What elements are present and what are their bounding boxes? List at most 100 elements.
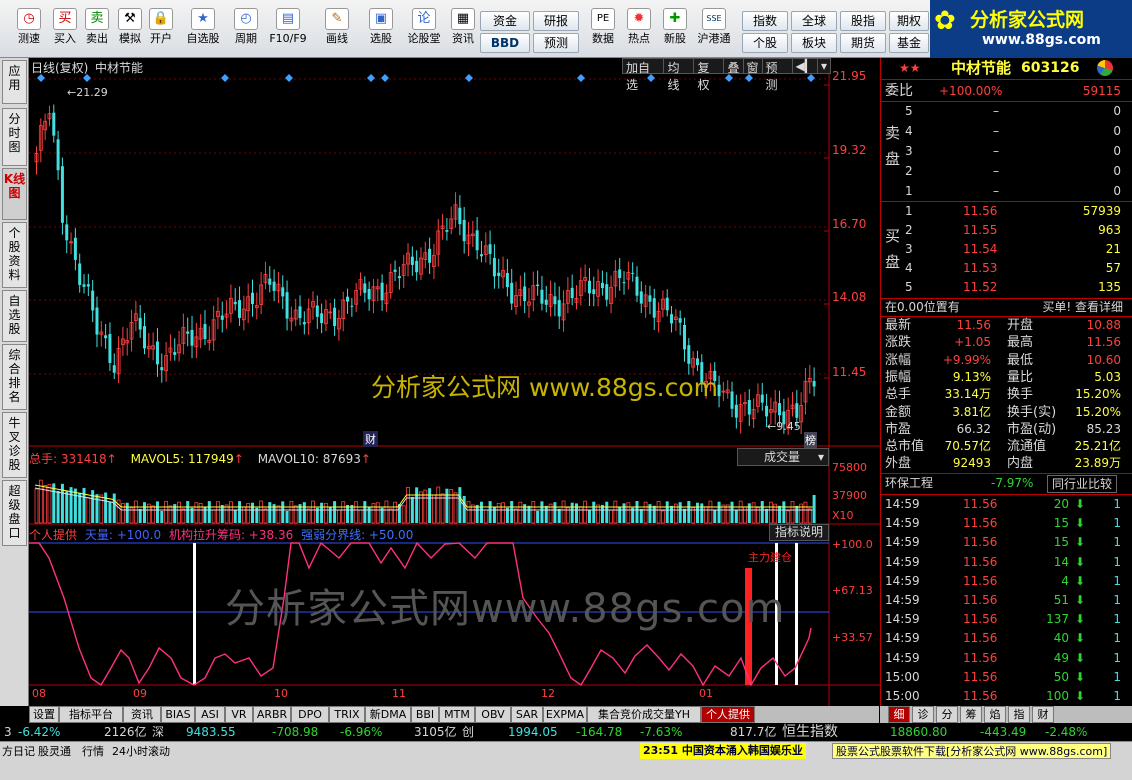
volume-bar bbox=[125, 502, 129, 523]
hotspot-button[interactable]: ✹ 热点 bbox=[622, 2, 656, 56]
ad-banner[interactable]: 股票公式股票软件下载[分析家公式网 www.88gs.com] bbox=[832, 743, 1112, 759]
tab-stock-info[interactable]: 个股资料 bbox=[2, 222, 27, 288]
quick-global-button[interactable]: 全球 bbox=[791, 11, 837, 31]
news-button[interactable]: ▦ 资讯 bbox=[446, 2, 480, 56]
indicator-tab[interactable]: DPO bbox=[291, 706, 329, 723]
draw-line-button[interactable]: ✎ 画线 bbox=[320, 2, 354, 56]
speedtest-button[interactable]: ◷ 测速 bbox=[12, 2, 46, 56]
quick-futures-button[interactable]: 期货 bbox=[840, 33, 886, 53]
quick-fund-button[interactable]: 资金 bbox=[480, 11, 530, 31]
quick-sector-button[interactable]: 板块 bbox=[791, 33, 837, 53]
f10-button[interactable]: ▤ F10/F9 bbox=[268, 2, 308, 56]
indicator-tab[interactable]: TRIX bbox=[329, 706, 365, 723]
event-diamond-icon bbox=[285, 74, 293, 82]
quick-stock-index-button[interactable]: 股指 bbox=[840, 11, 886, 31]
period-button[interactable]: ◴ 周期 bbox=[228, 2, 264, 56]
right-panel-tab[interactable]: 诊 bbox=[912, 706, 934, 723]
data-button[interactable]: PE 数据 bbox=[586, 2, 620, 56]
indicator-tab[interactable]: 指标平台 bbox=[59, 706, 123, 723]
volume-bar bbox=[350, 504, 354, 523]
collapse-icon[interactable]: ◀▎ bbox=[793, 59, 818, 73]
indicator-tab[interactable]: MTM bbox=[439, 706, 475, 723]
tab-diagnosis[interactable]: 牛叉诊股 bbox=[2, 412, 27, 478]
tab-intraday[interactable]: 分时图 bbox=[2, 108, 27, 166]
forecast-button[interactable]: 预测 bbox=[763, 59, 793, 92]
adjust-button[interactable]: 复权 bbox=[694, 59, 725, 92]
candle-body bbox=[190, 329, 194, 346]
forum-button[interactable]: 论论股堂 bbox=[404, 2, 444, 56]
logo-title: 分析家公式网 bbox=[970, 9, 1085, 31]
tab-order-book[interactable]: 超级盘口 bbox=[2, 480, 27, 546]
quick-option-button[interactable]: 期权 bbox=[889, 11, 929, 31]
finance-badge[interactable]: 财 bbox=[363, 431, 378, 447]
diary-link[interactable]: 方日记 bbox=[2, 742, 35, 761]
quick-index-button[interactable]: 指数 bbox=[742, 11, 788, 31]
overlay-button[interactable]: 叠 bbox=[724, 59, 744, 75]
open-account-button[interactable]: 🔒 开户 bbox=[144, 2, 178, 56]
candle-body bbox=[155, 341, 159, 365]
indicator-tab[interactable]: VR bbox=[225, 706, 253, 723]
volume-bar bbox=[466, 501, 471, 524]
watchlist-button[interactable]: ★ 自选股 bbox=[183, 2, 223, 56]
guling-link[interactable]: 股灵通 bbox=[38, 742, 71, 761]
market-link[interactable]: 行情 bbox=[82, 742, 104, 761]
buy-button[interactable]: 买买入 bbox=[48, 2, 82, 56]
price-label: 14.08 bbox=[832, 290, 867, 304]
cell: – bbox=[993, 124, 999, 138]
tab-watchlist[interactable]: 自选股 bbox=[2, 290, 27, 342]
volume-bar bbox=[553, 502, 557, 523]
tab-ranking[interactable]: 综合排名 bbox=[2, 344, 27, 410]
quick-bbd-button[interactable]: BBD bbox=[480, 33, 530, 53]
cell: 0 bbox=[1113, 104, 1121, 118]
volume-bar bbox=[186, 501, 190, 523]
indicator-tab[interactable]: BIAS bbox=[161, 706, 195, 723]
indicator-tab[interactable]: BBI bbox=[411, 706, 439, 723]
volume-bar bbox=[401, 505, 406, 524]
indicator-tab[interactable]: 集合竞价成交量YH bbox=[587, 706, 701, 723]
indicator-tab[interactable]: EXPMA bbox=[543, 706, 587, 723]
chevron-down-icon[interactable]: ▾ bbox=[818, 59, 830, 73]
volume-select[interactable]: 成交量 ▾ bbox=[737, 448, 829, 466]
indicator-tab[interactable]: 新DMA bbox=[365, 706, 411, 723]
quick-fund2-button[interactable]: 基金 bbox=[889, 33, 929, 53]
add-watch-button[interactable]: 加自选 bbox=[623, 59, 665, 92]
watermark-top: 分析家公式网 www.88gs.com bbox=[371, 373, 718, 402]
quick-research-button[interactable]: 研报 bbox=[533, 11, 579, 31]
indicator-tab[interactable]: 资讯 bbox=[123, 706, 161, 723]
right-panel-tab[interactable]: 分 bbox=[936, 706, 958, 723]
tab-kline[interactable]: K线图 bbox=[2, 168, 27, 220]
indicator-tab[interactable]: 设置 bbox=[29, 706, 59, 723]
right-panel-tab[interactable]: 细 bbox=[888, 706, 910, 723]
quick-forecast-button[interactable]: 预测 bbox=[533, 33, 579, 53]
indicator-tab[interactable]: OBV bbox=[475, 706, 511, 723]
ma-button[interactable]: 均线 bbox=[664, 59, 695, 92]
news-ticker[interactable]: 23:51 中国资本涌入韩国娱乐业 bbox=[640, 743, 806, 759]
right-panel-tab[interactable]: 筹 bbox=[960, 706, 982, 723]
sell-button[interactable]: 卖卖出 bbox=[80, 2, 114, 56]
news-24h-link[interactable]: 24小时滚动 bbox=[112, 742, 170, 761]
indicator-tab[interactable]: ASI bbox=[195, 706, 225, 723]
indicator-help-button[interactable]: 指标说明 bbox=[769, 524, 829, 541]
window-button[interactable]: 窗 bbox=[744, 59, 763, 75]
right-panel-tab[interactable]: 焰 bbox=[984, 706, 1006, 723]
right-panel-tab[interactable]: 财 bbox=[1032, 706, 1054, 723]
ipo-button[interactable]: ✚ 新股 bbox=[658, 2, 692, 56]
quick-stock-button[interactable]: 个股 bbox=[742, 33, 788, 53]
pie-icon[interactable] bbox=[1097, 60, 1113, 76]
tab-apps[interactable]: 应用 bbox=[2, 60, 27, 104]
compare-button[interactable]: 同行业比较 bbox=[1047, 475, 1118, 493]
indicator-tab[interactable]: ARBR bbox=[253, 706, 291, 723]
stock-picker-button[interactable]: ▣ 选股 bbox=[364, 2, 398, 56]
tick-row: 14:59 11.56 51 ⬇ 1 bbox=[881, 591, 1132, 610]
right-panel-tab[interactable]: 指 bbox=[1008, 706, 1030, 723]
kline-chart-area[interactable]: 日线(复权) 中材节能 加自选 均线 复权 叠 窗 预测 ◀▎ ▾ 21.95 … bbox=[29, 58, 881, 706]
cell: 14:59 bbox=[885, 573, 920, 588]
view-detail-link[interactable]: 买单! 查看详细 bbox=[1042, 299, 1123, 316]
volume-bar bbox=[683, 508, 686, 523]
simulate-button[interactable]: ⚒ 模拟 bbox=[113, 2, 147, 56]
hk-connect-button[interactable]: SSE 沪港通 bbox=[694, 2, 734, 56]
indicator-tab[interactable]: SAR bbox=[511, 706, 543, 723]
indicator-tab[interactable]: 个人提供 bbox=[701, 706, 755, 723]
low-marker: ←9.45 bbox=[767, 420, 801, 433]
rank-badge[interactable]: 榜 bbox=[804, 432, 817, 448]
